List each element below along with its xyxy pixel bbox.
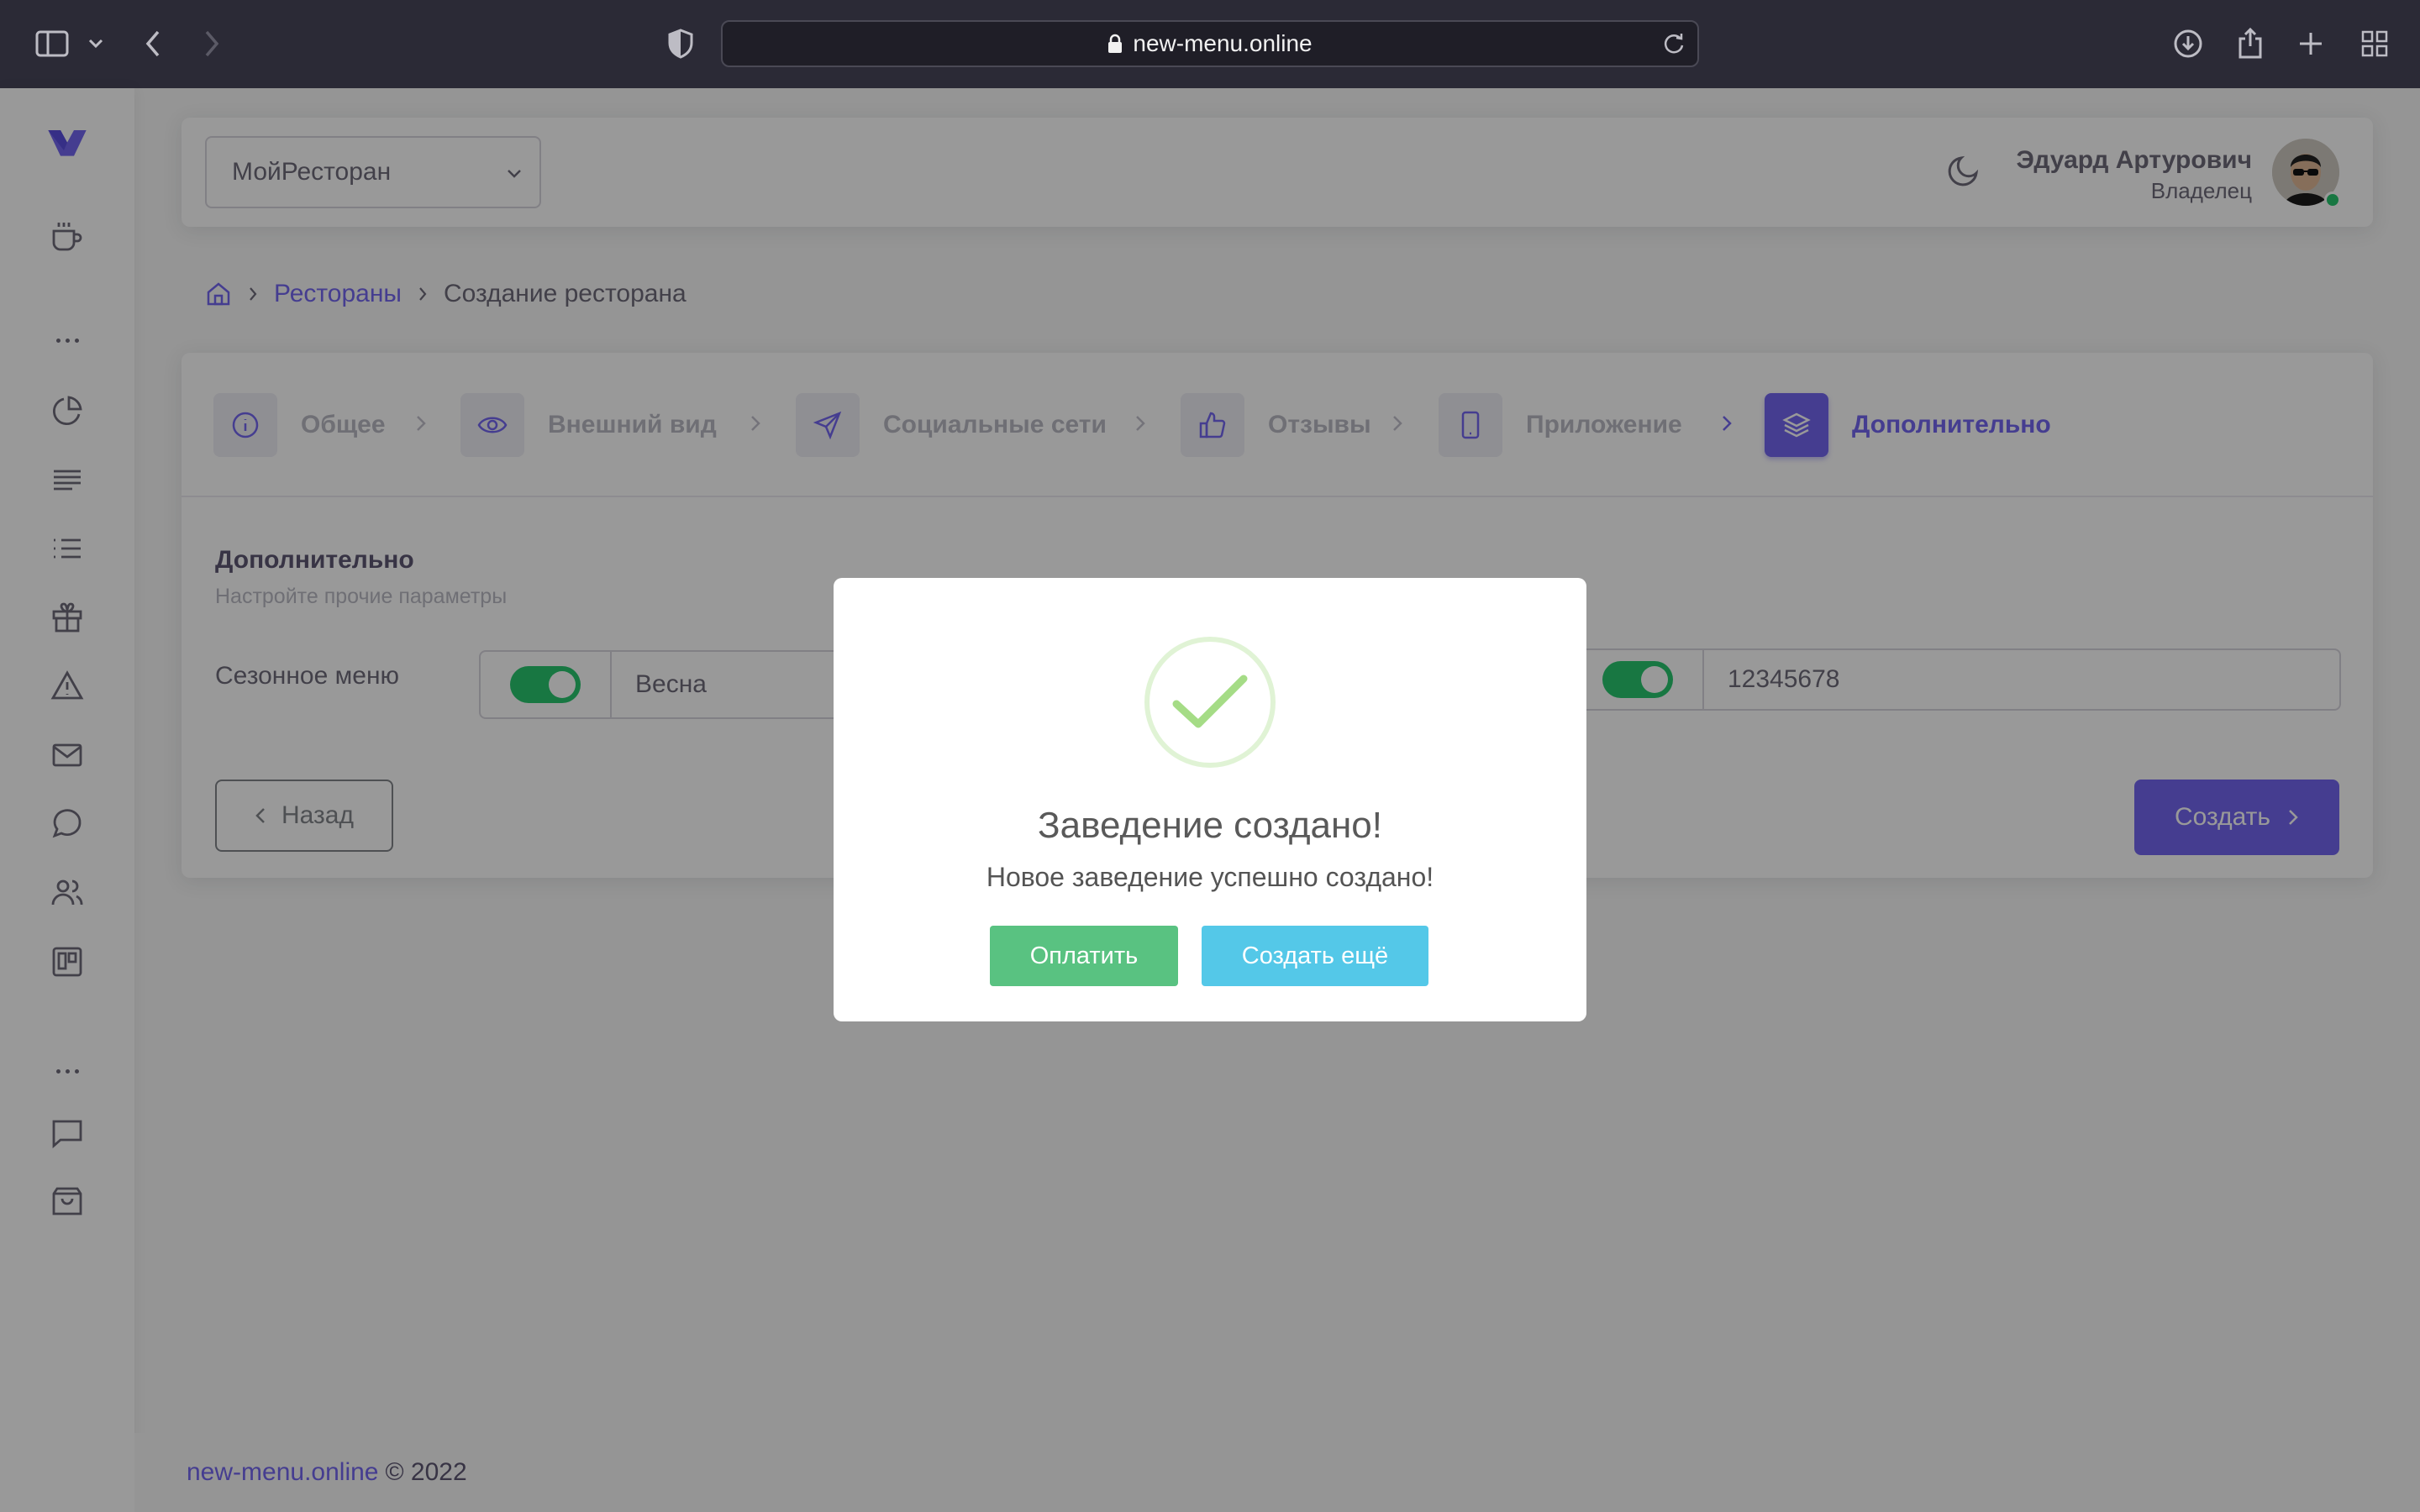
forward-arrow-icon[interactable]: [192, 24, 232, 64]
modal-text: Новое заведение успешно создано!: [986, 862, 1434, 892]
pay-button[interactable]: Оплатить: [990, 926, 1178, 986]
lock-icon: [1107, 34, 1123, 54]
privacy-shield-icon[interactable]: [660, 24, 701, 64]
address-bar[interactable]: new-menu.online: [721, 20, 1699, 67]
success-check-icon: [1144, 637, 1276, 768]
new-tab-icon[interactable]: [2291, 24, 2331, 64]
browser-toolbar: new-menu.online: [0, 0, 2420, 88]
modal-title: Заведение создано!: [1038, 805, 1382, 846]
tab-overview-icon[interactable]: [2354, 24, 2395, 64]
back-arrow-icon[interactable]: [133, 24, 173, 64]
url-text: new-menu.online: [1133, 30, 1313, 56]
sidebar-toggle-icon[interactable]: [32, 24, 72, 64]
downloads-icon[interactable]: [2168, 24, 2208, 64]
success-modal: Заведение создано! Новое заведение успеш…: [834, 578, 1586, 1021]
chevron-down-icon[interactable]: [76, 24, 116, 64]
reload-icon[interactable]: [1662, 32, 1686, 61]
share-icon[interactable]: [2230, 24, 2270, 64]
create-more-button[interactable]: Создать ещё: [1202, 926, 1428, 986]
